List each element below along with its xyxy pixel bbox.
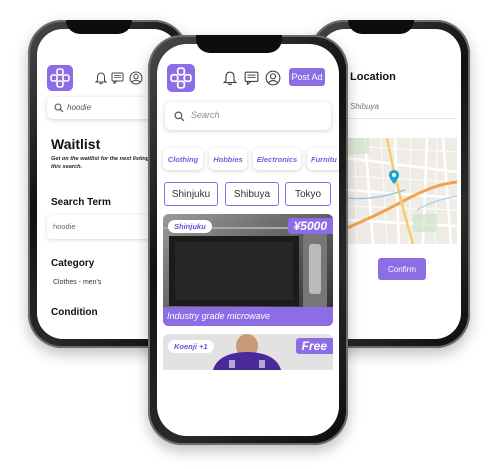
chat-icon[interactable]: [111, 72, 124, 84]
app-logo[interactable]: [167, 64, 195, 92]
bell-icon[interactable]: [95, 72, 107, 85]
search-input[interactable]: hoodie: [67, 103, 91, 112]
location-button-shinjuku[interactable]: Shinjuku: [164, 182, 218, 206]
listing-location-tag: Koenji +1: [168, 340, 214, 353]
map-graphic: [347, 138, 457, 244]
listing-title: Industry grade microwave: [163, 307, 333, 326]
search-icon: [54, 103, 64, 113]
listing-price: Free: [295, 338, 333, 354]
search-input[interactable]: Search: [191, 110, 220, 120]
search-bar[interactable]: Search: [165, 102, 331, 130]
profile-icon[interactable]: [265, 70, 281, 86]
listing-card[interactable]: Koenji +1 Free: [163, 334, 333, 370]
category-chip-electronics[interactable]: Electronics: [253, 148, 301, 170]
listings-screen: Post Ad Search Clothing Hobbies Electron…: [157, 44, 339, 436]
listing-location-tag: Shinjuku: [168, 220, 212, 233]
map-view[interactable]: [347, 138, 457, 244]
phone-frame-center: Post Ad Search Clothing Hobbies Electron…: [148, 35, 348, 445]
category-chip-hobbies[interactable]: Hobbies: [209, 148, 247, 170]
listing-price: ¥5000: [287, 218, 333, 234]
listing-card[interactable]: Shinjuku ¥5000 Industry grade microwave: [163, 214, 333, 326]
phone-notch: [348, 20, 414, 34]
map-pin-icon[interactable]: [389, 170, 399, 184]
category-label: Category: [51, 258, 95, 269]
post-ad-button[interactable]: Post Ad: [289, 68, 325, 86]
location-button-shibuya[interactable]: Shibuya: [225, 182, 279, 206]
phone-notch: [196, 35, 282, 53]
location-title: Location: [350, 71, 396, 83]
app-logo[interactable]: [47, 65, 73, 91]
logo-mark-icon: [50, 68, 70, 88]
category-chip-furniture[interactable]: Furnitu: [307, 148, 339, 170]
confirm-button[interactable]: Confirm: [378, 258, 426, 280]
phone-notch: [66, 20, 132, 34]
location-search-field[interactable]: Shibuya: [345, 95, 457, 119]
search-term-label: Search Term: [51, 197, 111, 208]
condition-label: Condition: [51, 307, 98, 318]
location-button-tokyo[interactable]: Tokyo: [285, 182, 331, 206]
category-chip-clothing[interactable]: Clothing: [163, 148, 203, 170]
logo-mark-icon: [170, 67, 192, 89]
location-search-value: Shibuya: [350, 102, 379, 111]
chat-icon[interactable]: [244, 71, 259, 85]
profile-icon[interactable]: [129, 71, 143, 85]
bell-icon[interactable]: [223, 71, 237, 86]
search-term-value: hoodie: [53, 222, 76, 231]
page-title: Waitlist: [51, 136, 101, 152]
search-icon: [174, 111, 185, 122]
category-value[interactable]: Clothes - men's: [53, 279, 101, 286]
